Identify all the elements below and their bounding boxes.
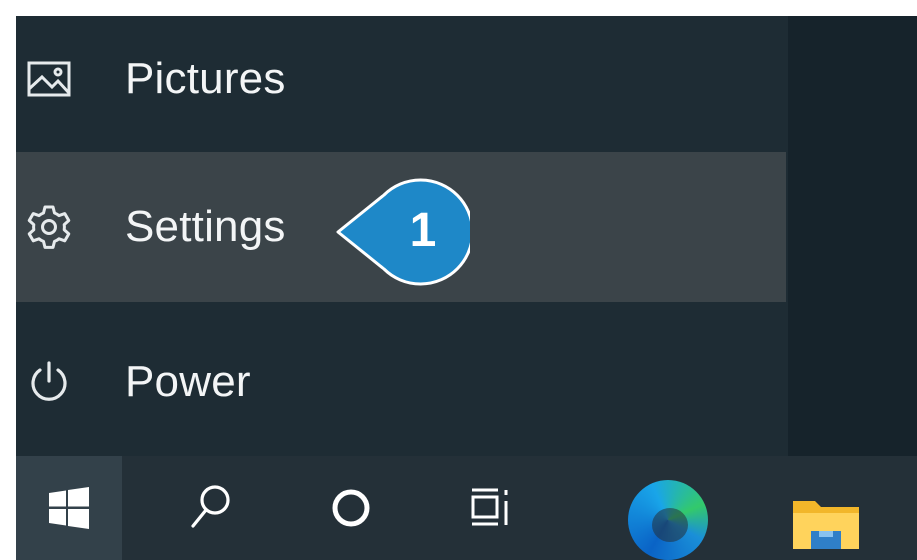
start-button[interactable]: [16, 456, 122, 560]
taskbar: [16, 456, 917, 560]
menu-label-settings: Settings: [125, 202, 286, 251]
search-button[interactable]: [166, 456, 256, 560]
desktop: Pictures Settings Power 1: [16, 16, 917, 560]
menu-label-power: Power: [125, 357, 251, 406]
cortana-button[interactable]: [306, 456, 396, 560]
cortana-icon: [332, 489, 370, 527]
gear-icon: [22, 200, 76, 254]
menu-item-power[interactable]: Power: [16, 311, 786, 453]
callout-number: 1: [409, 204, 437, 257]
edge-button[interactable]: [616, 456, 720, 560]
edge-icon: [628, 480, 708, 560]
pictures-icon: [22, 52, 76, 106]
file-explorer-icon: [793, 501, 859, 549]
windows-logo-icon: [49, 487, 89, 529]
search-icon: [191, 485, 230, 528]
start-menu: Pictures Settings Power 1: [16, 16, 788, 456]
step-callout: 1: [334, 177, 474, 287]
file-explorer-button[interactable]: [776, 456, 876, 560]
menu-label-pictures: Pictures: [125, 54, 286, 103]
screen: Pictures Settings Power 1: [0, 0, 917, 560]
power-icon: [22, 355, 76, 409]
menu-item-pictures[interactable]: Pictures: [16, 16, 786, 150]
task-view-icon: [471, 488, 508, 526]
task-view-button[interactable]: [446, 456, 536, 560]
